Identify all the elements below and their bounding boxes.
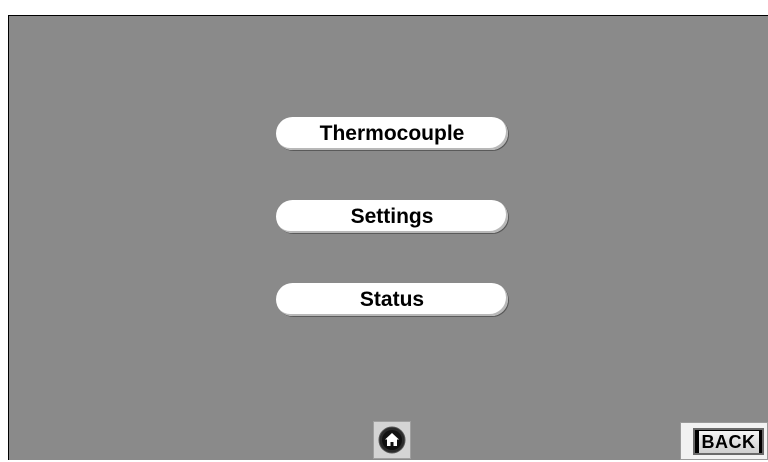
hmi-screen: Thermocouple Settings Status BACK — [0, 0, 768, 462]
thermocouple-button[interactable]: Thermocouple — [276, 117, 508, 150]
back-button-face: BACK — [693, 428, 764, 455]
back-button[interactable]: BACK — [680, 422, 768, 460]
status-button[interactable]: Status — [276, 283, 508, 316]
main-panel — [8, 15, 768, 460]
back-button-label: BACK — [698, 430, 759, 453]
home-icon — [378, 426, 406, 454]
home-button[interactable] — [373, 421, 411, 459]
settings-button[interactable]: Settings — [276, 200, 508, 233]
